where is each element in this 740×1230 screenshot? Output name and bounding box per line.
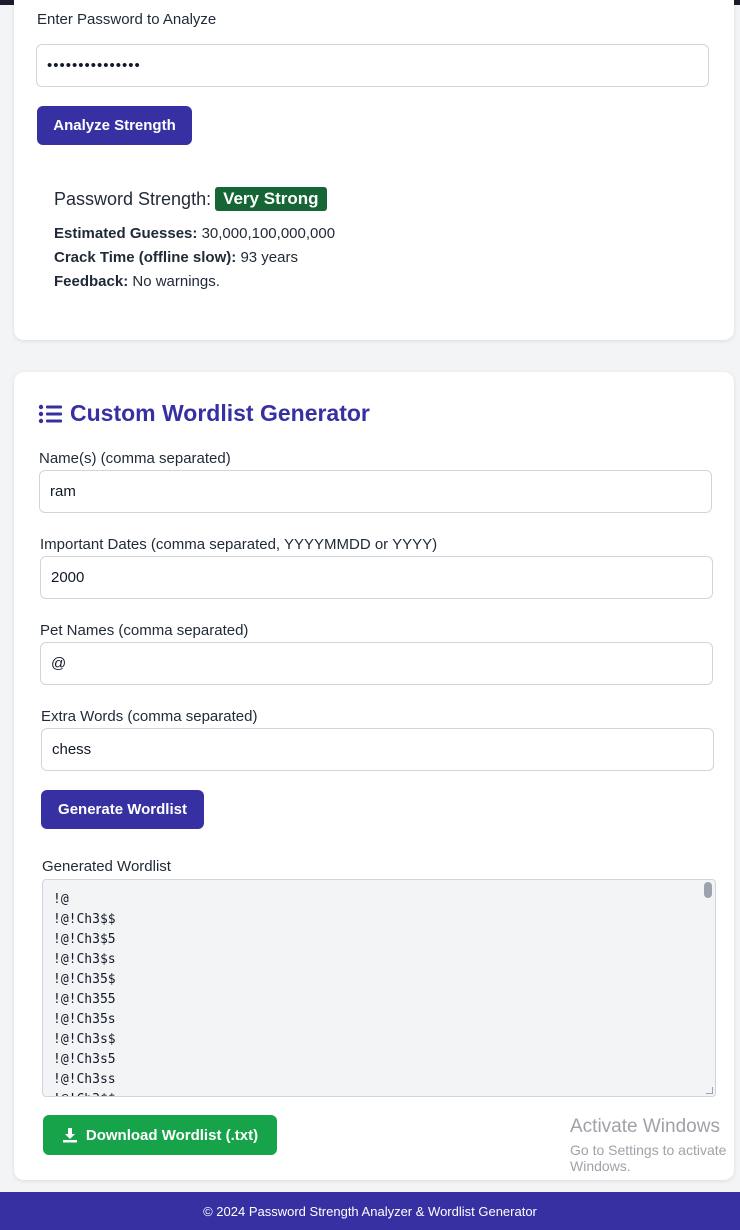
wordlist-entry: !@!Ch3ss <box>53 1072 116 1087</box>
pets-label: Pet Names (comma separated) <box>40 622 249 639</box>
extra-words-input[interactable] <box>41 728 714 771</box>
wordlist-entry: !@!Ch3$$ <box>53 912 116 927</box>
names-label: Name(s) (comma separated) <box>39 450 231 467</box>
generator-title: Custom Wordlist Generator <box>38 400 370 427</box>
guesses-stat: Estimated Guesses: 30,000,100,000,000 <box>54 225 335 242</box>
strength-badge: Very Strong <box>215 187 327 211</box>
crack-time-label: Crack Time (offline slow): <box>54 249 237 266</box>
dates-input[interactable] <box>40 556 713 599</box>
watermark-line3: Windows. <box>570 1158 631 1174</box>
wordlist-entry: !@!Ch3$5 <box>53 932 116 947</box>
feedback-label: Feedback: <box>54 273 129 290</box>
download-label: Download Wordlist (.txt) <box>85 1126 259 1144</box>
page-footer: © 2024 Password Strength Analyzer & Word… <box>0 1192 740 1230</box>
wordlist-entry: !@!Ch3$s <box>53 952 116 967</box>
wordlist-entry: !@!Ch3s5 <box>53 1052 116 1067</box>
generator-title-text: Custom Wordlist Generator <box>70 400 370 426</box>
download-wordlist-button[interactable]: Download Wordlist (.txt) <box>43 1115 277 1155</box>
watermark-title: Activate Windows <box>570 1116 720 1137</box>
extra-words-label: Extra Words (comma separated) <box>41 708 258 725</box>
dates-label: Important Dates (comma separated, YYYYMM… <box>40 536 438 553</box>
names-input[interactable] <box>39 470 712 513</box>
crack-time-value: 93 years <box>240 249 298 266</box>
pets-input[interactable] <box>40 642 713 685</box>
analyze-strength-button[interactable]: Analyze Strength <box>37 106 192 145</box>
resize-handle[interactable] <box>706 1087 713 1094</box>
list-icon <box>38 404 62 423</box>
wordlist-entry: !@!Ch3s$ <box>53 1032 116 1047</box>
wordlist-entry: !@!Ch3$$ <box>53 1090 116 1096</box>
guesses-value: 30,000,100,000,000 <box>201 225 336 242</box>
wordlist-entry: !@!Ch35s <box>53 1012 116 1027</box>
crack-time-stat: Crack Time (offline slow): 93 years <box>54 249 298 266</box>
footer-text: © 2024 Password Strength Analyzer & Word… <box>203 1203 537 1219</box>
wordlist-lines: !@ !@!Ch3$$ !@!Ch3$5 !@!Ch3$s !@!Ch35$ !@!Ch3… <box>53 890 116 1096</box>
strength-label: Password Strength: <box>54 188 212 209</box>
activate-windows-watermark: Activate Windows Go to Settings to activ… <box>570 1116 726 1174</box>
feedback-value: No warnings. <box>132 273 220 290</box>
wordlist-entry: !@!Ch355 <box>53 992 116 1007</box>
watermark-line2: Go to Settings to activate <box>570 1142 727 1158</box>
scrollbar-thumb[interactable] <box>704 882 712 898</box>
wordlist-entry: !@!Ch35$ <box>53 972 116 987</box>
download-icon <box>62 1128 77 1143</box>
wordlist-entry: !@ <box>53 892 69 907</box>
feedback-stat: Feedback: No warnings. <box>54 273 220 290</box>
generate-wordlist-button[interactable]: Generate Wordlist <box>41 790 204 829</box>
generated-wordlist-label: Generated Wordlist <box>42 858 171 875</box>
wordlist-textarea[interactable]: !@ !@!Ch3$$ !@!Ch3$5 !@!Ch3$s !@!Ch35$ !@!Ch3… <box>42 879 716 1097</box>
password-input[interactable] <box>36 44 709 87</box>
strength-result: Password Strength: Very Strong <box>54 187 327 211</box>
guesses-label: Estimated Guesses: <box>54 225 198 242</box>
password-label: Enter Password to Analyze <box>37 11 217 28</box>
